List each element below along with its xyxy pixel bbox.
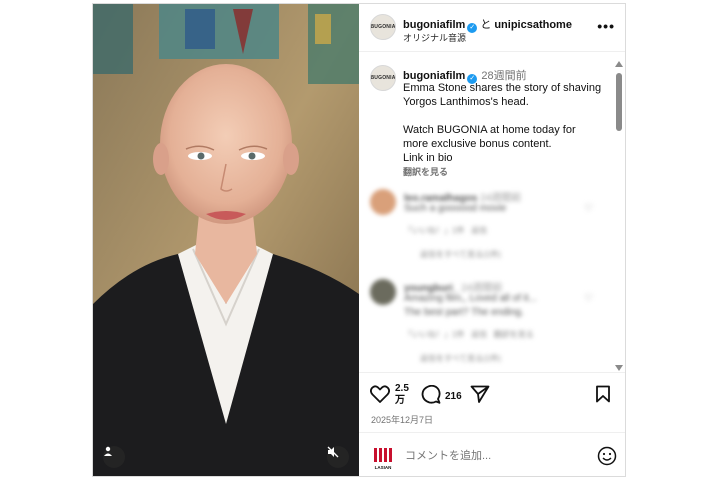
send-icon[interactable] (470, 385, 490, 403)
comment-view-replies[interactable]: 返信をすべて見る(1件) (420, 249, 501, 260)
scroll-down-arrow-icon[interactable] (615, 365, 623, 371)
user-tag-icon (104, 446, 112, 456)
comment-count[interactable]: 216 (445, 391, 462, 402)
instagram-post-modal: BUGONIA bugoniafilm ✓ と unipicsathome オリジナル… (92, 3, 626, 477)
comment-text: Amazing film,, Loved all of it... (404, 293, 537, 304)
video-player[interactable] (93, 4, 359, 476)
author-username[interactable]: bugoniafilm (403, 19, 465, 31)
comment-heart-icon[interactable]: ♡ (584, 203, 593, 214)
like-count[interactable]: 2.5 万 (395, 383, 411, 407)
post-actions: 2.5 万 216 2025年12月7日 (359, 372, 625, 432)
caption-author-avatar[interactable]: BUGONIA (370, 65, 396, 91)
comment-reply[interactable]: 返信 (471, 226, 487, 235)
muted-speaker-icon (327, 446, 339, 458)
emoji-icon[interactable] (597, 446, 617, 466)
post-date[interactable]: 2025年12月7日 (371, 413, 433, 426)
more-options-icon[interactable]: ••• (597, 18, 615, 34)
comment-view-replies[interactable]: 返信をすべて見る(1件) (420, 353, 501, 364)
scrollbar[interactable] (615, 61, 623, 371)
post-header: BUGONIA bugoniafilm ✓ と unipicsathome オリジナル… (359, 4, 625, 52)
heart-icon[interactable] (370, 385, 390, 403)
comment-avatar[interactable] (370, 189, 396, 215)
like-count-unit: 万 (395, 395, 405, 406)
comment-icon[interactable] (421, 385, 441, 404)
comment-input[interactable] (405, 447, 575, 465)
comment-text-2: The best part? The ending. (404, 307, 524, 318)
current-user-avatar: LASIAN (370, 445, 396, 471)
scrollbar-thumb[interactable] (616, 73, 622, 131)
avatar-logo: BUGONIA (370, 24, 396, 30)
comment-avatar[interactable] (370, 279, 396, 305)
scroll-up-arrow-icon[interactable] (615, 61, 623, 67)
comment-heart-icon[interactable]: ♡ (584, 293, 593, 304)
caption-avatar-logo: BUGONIA (370, 75, 396, 81)
caption-translate-link[interactable]: 翻訳を見る (403, 165, 448, 178)
comment-composer: LASIAN (359, 432, 625, 476)
collab-joiner: と (480, 19, 492, 31)
tagged-user-button[interactable] (103, 446, 125, 468)
current-user-logo-text: LASIAN (375, 465, 392, 470)
bookmark-icon[interactable] (595, 385, 611, 403)
like-count-number: 2.5 (395, 383, 409, 394)
comment-likes[interactable]: 「いいね！」1件 (404, 330, 464, 339)
caption-text: Emma Stone shares the story of shaving Y… (403, 82, 602, 164)
video-frame-image (93, 4, 359, 476)
author-avatar[interactable]: BUGONIA (370, 14, 396, 40)
comment-reply[interactable]: 返信 (471, 330, 487, 339)
audio-link[interactable]: オリジナル音源 (403, 31, 466, 44)
comment-likes[interactable]: 「いいね！」1件 (404, 226, 464, 235)
comment-translate[interactable]: 翻訳を見る (494, 330, 534, 339)
comment-text: Such a goooood movie (404, 203, 507, 214)
comments-scroll-area[interactable]: BUGONIA bugoniafilm ✓ 28週間前 Emma Stone sha… (359, 53, 625, 371)
verified-badge-icon: ✓ (467, 23, 478, 33)
post-details-panel: BUGONIA bugoniafilm ✓ と unipicsathome オリジナル… (359, 4, 625, 476)
mute-toggle-button[interactable] (327, 446, 349, 468)
collaborator-username[interactable]: unipicsathome (494, 19, 572, 31)
